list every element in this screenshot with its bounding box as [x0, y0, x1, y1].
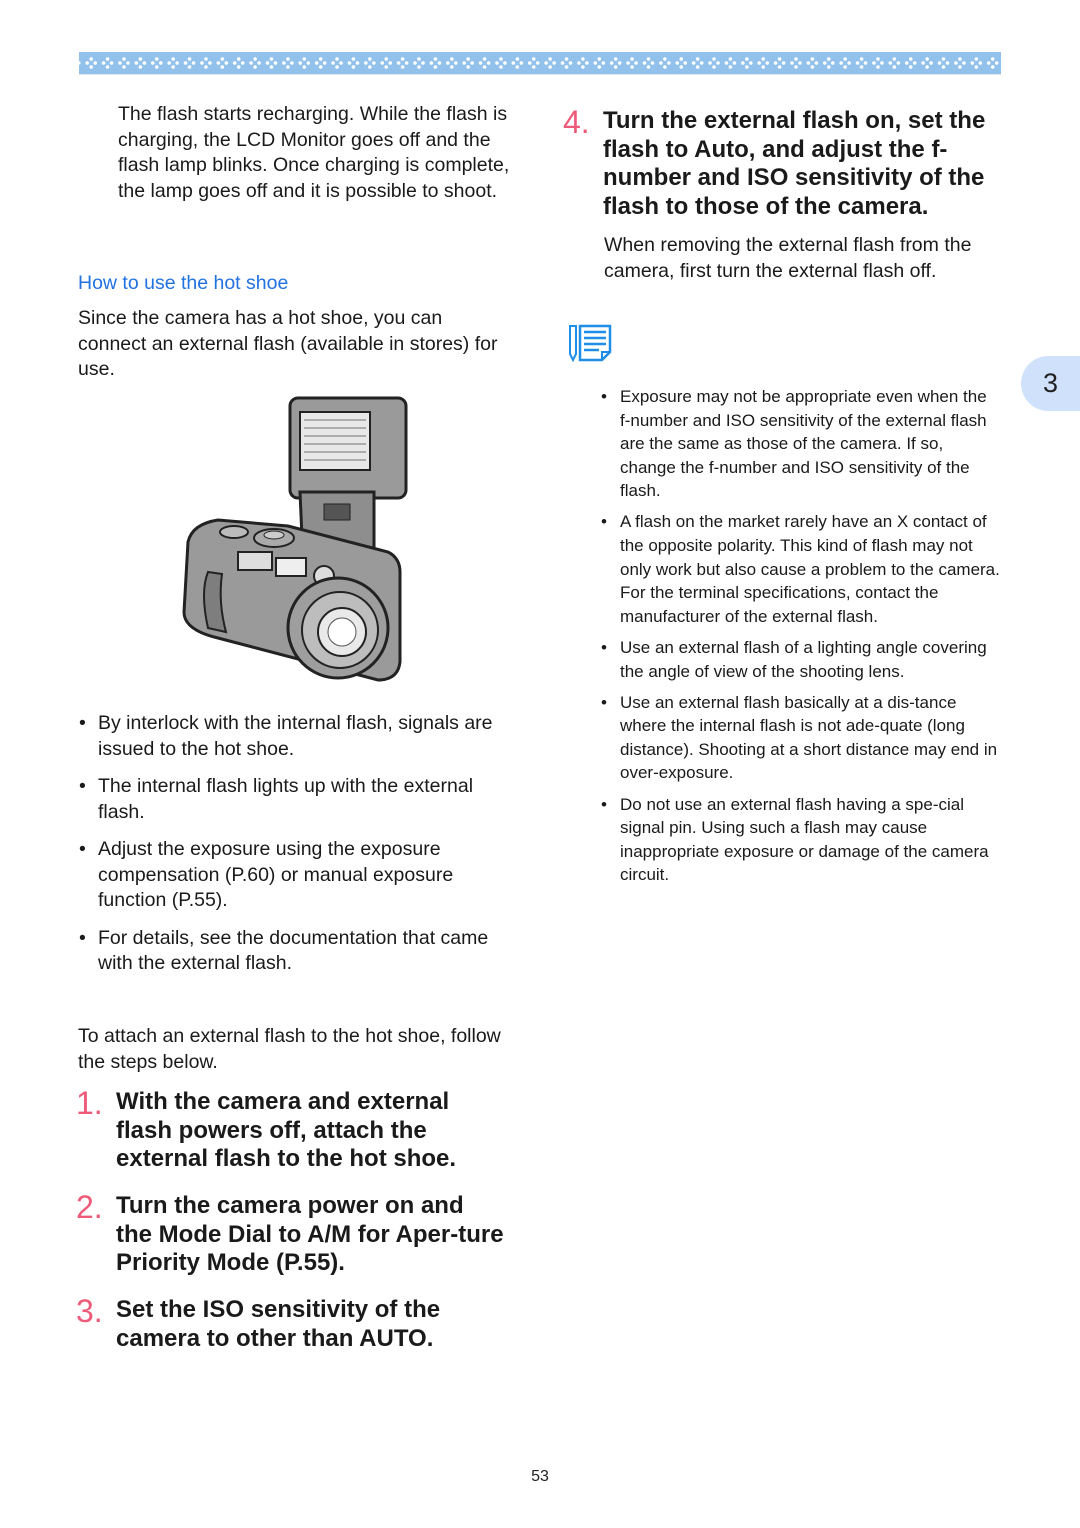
step-text: With the camera and external flash power…	[116, 1088, 457, 1172]
step-number: 4.	[563, 104, 590, 140]
header-banner	[79, 52, 1001, 74]
step-text: Turn the external flash on, set the flas…	[603, 107, 986, 220]
step-number: 2.	[76, 1189, 103, 1225]
camera-with-external-flash-illustration	[178, 392, 408, 694]
intro-paragraph: The flash starts recharging. While the f…	[118, 103, 510, 202]
chapter-tab[interactable]: 3	[1021, 356, 1080, 411]
step-4: 4. Turn the external flash on, set the f…	[563, 104, 1003, 221]
section-subheading: How to use the hot shoe	[78, 272, 289, 294]
step-3: 3. Set the ISO sensitivity of the camera…	[76, 1293, 506, 1353]
note-bullet-item: Use an external flash of a lighting angl…	[600, 636, 1000, 683]
step-2: 2. Turn the camera power on and the Mode…	[76, 1189, 506, 1278]
step-1: 1. With the camera and external flash po…	[76, 1085, 506, 1174]
step-text: Turn the camera power on and the Mode Di…	[116, 1192, 504, 1276]
hot-shoe-description: Since the camera has a hot shoe, you can…	[78, 307, 498, 380]
note-bullet-item: Use an external flash basically at a dis…	[600, 691, 1000, 785]
step-text: Set the ISO sensitivity of the camera to…	[116, 1296, 441, 1352]
memo-note-icon	[568, 324, 614, 363]
page-number: 53	[531, 1468, 549, 1485]
hot-shoe-bullet-list: By interlock with the internal flash, si…	[78, 711, 518, 989]
note-bullet-item: Exposure may not be appropriate even whe…	[600, 385, 1000, 503]
bullet-item: For details, see the documentation that …	[78, 926, 518, 977]
step-4-note: When removing the external flash from th…	[604, 234, 972, 282]
note-bullet-item: A flash on the market rarely have an X c…	[600, 510, 1000, 628]
bullet-item: By interlock with the internal flash, si…	[78, 711, 518, 762]
bullet-item: The internal flash lights up with the ex…	[78, 774, 518, 825]
step-number: 1.	[76, 1085, 103, 1121]
step-number: 3.	[76, 1293, 103, 1329]
bullet-item: Adjust the exposure using the exposure c…	[78, 837, 518, 914]
steps-intro: To attach an external flash to the hot s…	[78, 1025, 501, 1073]
note-bullet-list: Exposure may not be appropriate even whe…	[600, 385, 1000, 894]
note-bullet-item: Do not use an external flash having a sp…	[600, 793, 1000, 887]
